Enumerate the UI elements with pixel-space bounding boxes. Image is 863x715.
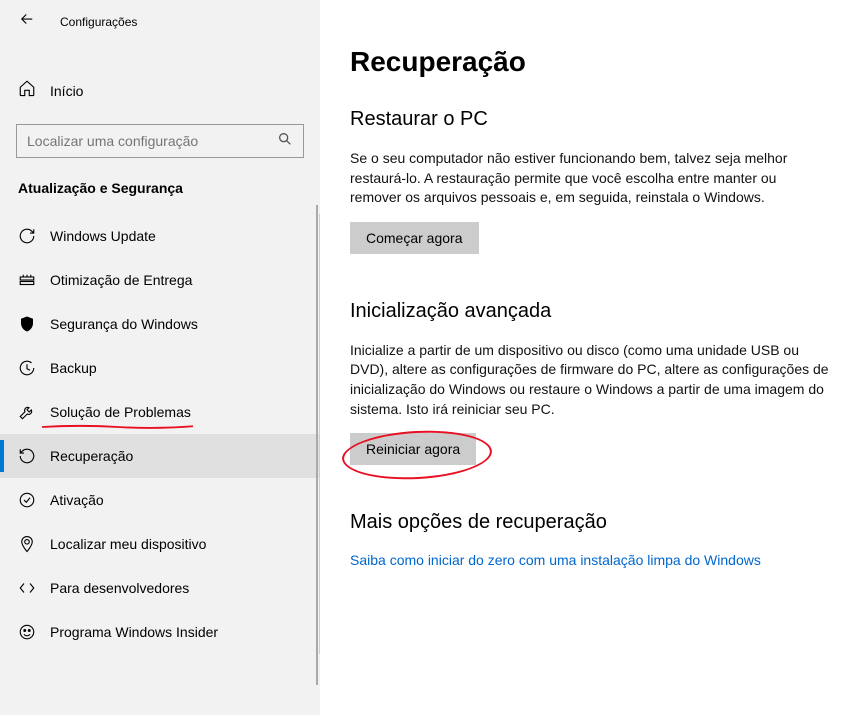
nav-item-windows-update[interactable]: Windows Update — [0, 214, 319, 258]
nav-label: Segurança do Windows — [50, 316, 198, 332]
section-body: Se o seu computador não estiver funciona… — [350, 149, 830, 208]
nav-label: Para desenvolvedores — [50, 580, 189, 596]
app-title: Configurações — [60, 15, 137, 29]
find-device-icon — [18, 535, 36, 553]
nav-list: Windows Update Otimização de Entrega Seg… — [0, 214, 320, 654]
restart-now-button[interactable]: Reiniciar agora — [350, 433, 476, 465]
nav-label: Solução de Problemas — [50, 404, 191, 420]
nav-item-backup[interactable]: Backup — [0, 346, 319, 390]
nav-item-activation[interactable]: Ativação — [0, 478, 319, 522]
sidebar-home[interactable]: Início — [0, 67, 320, 114]
backup-icon — [18, 359, 36, 377]
home-icon — [18, 79, 36, 102]
nav-item-delivery-optimization[interactable]: Otimização de Entrega — [0, 258, 319, 302]
sidebar-header: Configurações — [0, 0, 320, 43]
section-reset-pc: Restaurar o PC Se o seu computador não e… — [350, 108, 833, 254]
nav-item-windows-security[interactable]: Segurança do Windows — [0, 302, 319, 346]
page-title: Recuperação — [350, 46, 833, 78]
sidebar-section-title: Atualização e Segurança — [0, 180, 320, 214]
wrench-icon — [18, 403, 36, 421]
nav-item-developers[interactable]: Para desenvolvedores — [0, 566, 319, 610]
scrollbar[interactable] — [316, 205, 318, 685]
annotation-underline — [40, 424, 195, 430]
nav-label: Programa Windows Insider — [50, 624, 218, 640]
search-icon — [277, 131, 293, 152]
insider-icon — [18, 623, 36, 641]
activation-icon — [18, 491, 36, 509]
nav-item-insider[interactable]: Programa Windows Insider — [0, 610, 319, 654]
home-label: Início — [50, 83, 83, 99]
section-more-recovery: Mais opções de recuperação Saiba como in… — [350, 511, 833, 570]
main-content: Recuperação Restaurar o PC Se o seu comp… — [320, 0, 863, 715]
section-heading: Mais opções de recuperação — [350, 511, 833, 534]
section-advanced-startup: Inicialização avançada Inicialize a part… — [350, 300, 833, 465]
nav-label: Recuperação — [50, 448, 133, 464]
sync-icon — [18, 227, 36, 245]
sidebar: Configurações Início Atualização e Segur… — [0, 0, 320, 715]
nav-item-recovery[interactable]: Recuperação — [0, 434, 319, 478]
shield-icon — [18, 315, 36, 333]
nav-label: Otimização de Entrega — [50, 272, 192, 288]
section-heading: Restaurar o PC — [350, 108, 833, 131]
nav-item-troubleshoot[interactable]: Solução de Problemas — [0, 390, 319, 434]
nav-label: Ativação — [50, 492, 104, 508]
optimization-icon — [18, 271, 36, 289]
back-arrow-icon[interactable] — [18, 10, 36, 33]
get-started-button[interactable]: Começar agora — [350, 222, 479, 254]
search-input[interactable] — [27, 133, 277, 149]
recovery-icon — [18, 447, 36, 465]
nav-label: Windows Update — [50, 228, 156, 244]
section-heading: Inicialização avançada — [350, 300, 833, 323]
nav-item-find-device[interactable]: Localizar meu dispositivo — [0, 522, 319, 566]
section-body: Inicialize a partir de um dispositivo ou… — [350, 341, 830, 419]
developers-icon — [18, 579, 36, 597]
search-box[interactable] — [16, 124, 304, 158]
nav-label: Backup — [50, 360, 97, 376]
nav-label: Localizar meu dispositivo — [50, 536, 206, 552]
search-container — [16, 124, 304, 158]
clean-install-link[interactable]: Saiba como iniciar do zero com uma insta… — [350, 552, 761, 568]
